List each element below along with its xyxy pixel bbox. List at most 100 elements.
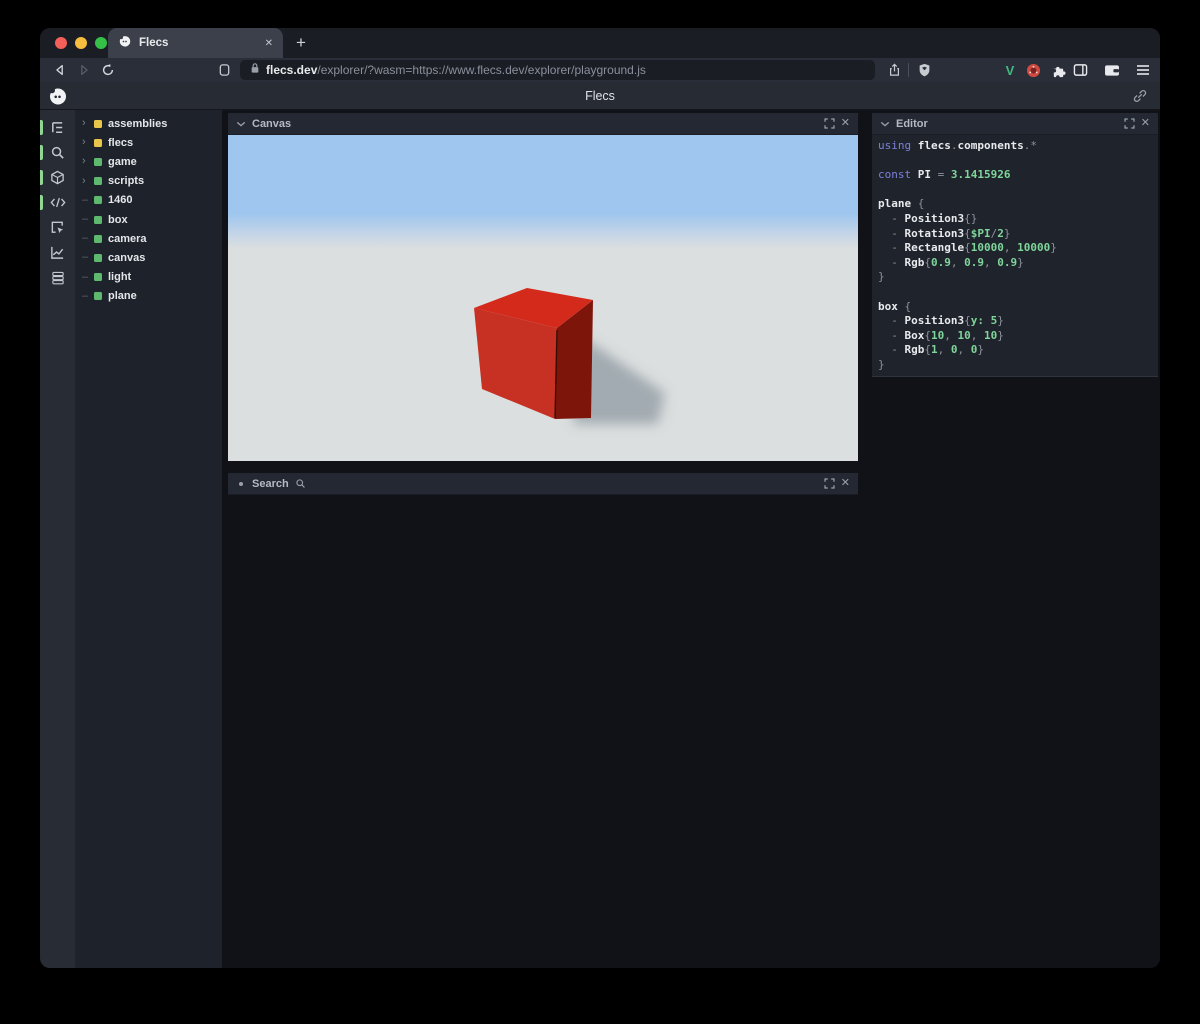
close-icon[interactable]: ✕ <box>1141 118 1150 129</box>
wallet-icon[interactable] <box>1104 62 1120 78</box>
zoom-window-button[interactable] <box>95 37 107 49</box>
vue-devtools-extension-icon[interactable]: V <box>1002 62 1018 78</box>
editor-code: using flecs.components.* const PI = 3.14… <box>878 139 1158 373</box>
code-line: - Rectangle{10000, 10000} <box>878 241 1158 256</box>
fullscreen-icon[interactable] <box>824 478 835 489</box>
entity-color-dot <box>94 196 102 204</box>
entity-color-dot <box>94 235 102 243</box>
panel-title-search: Search <box>252 478 289 490</box>
share-icon[interactable] <box>886 62 902 78</box>
leaf-dash-icon: – <box>82 195 91 206</box>
fullscreen-icon[interactable] <box>1124 118 1135 129</box>
tree-item-label: 1460 <box>108 194 132 206</box>
chevron-down-icon[interactable] <box>880 120 890 128</box>
sidebar-item-outliner[interactable] <box>40 115 75 140</box>
leaf-dash-icon: – <box>82 272 91 283</box>
entity-color-dot <box>94 177 102 185</box>
sidebar-item-stats[interactable] <box>40 240 75 265</box>
panel-title-editor: Editor <box>896 118 1118 130</box>
tree-item-assemblies[interactable]: › assemblies <box>75 114 222 133</box>
entity-color-dot <box>94 254 102 262</box>
tab-close-icon[interactable]: ✕ <box>265 38 273 49</box>
tree-item-label: canvas <box>108 252 145 264</box>
collapsed-bullet-icon[interactable] <box>239 482 243 486</box>
tree-item-label: light <box>108 271 131 283</box>
new-tab-button[interactable]: + <box>290 32 312 54</box>
tree-item-box[interactable]: –box <box>75 210 222 229</box>
close-icon[interactable]: ✕ <box>841 478 850 489</box>
extensions-puzzle-icon[interactable] <box>1050 62 1066 78</box>
expand-arrow-icon[interactable]: › <box>82 118 91 129</box>
red-extension-icon[interactable] <box>1025 62 1041 78</box>
back-icon[interactable] <box>52 62 68 78</box>
code-line: const PI = 3.1415926 <box>878 168 1158 183</box>
tree-item-label: box <box>108 214 128 226</box>
browser-tab[interactable]: Flecs ✕ <box>108 28 283 58</box>
brave-shield-icon[interactable] <box>916 62 932 78</box>
leaf-dash-icon: – <box>82 252 91 263</box>
fullscreen-icon[interactable] <box>824 118 835 129</box>
menu-hamburger-icon[interactable] <box>1135 62 1151 78</box>
expand-arrow-icon[interactable]: › <box>82 137 91 148</box>
tree-item-label: camera <box>108 233 147 245</box>
close-icon[interactable]: ✕ <box>841 118 850 129</box>
canvas-panel-header[interactable]: Canvas ✕ <box>228 113 858 135</box>
code-line <box>878 183 1158 198</box>
close-window-button[interactable] <box>55 37 67 49</box>
code-line: - Position3{y: 5} <box>878 314 1158 329</box>
url-path: /explorer/?wasm=https://www.flecs.dev/ex… <box>317 63 645 77</box>
url-domain: flecs.dev <box>266 63 317 77</box>
tree-item-label: flecs <box>108 137 133 149</box>
editor-body[interactable]: using flecs.components.* const PI = 3.14… <box>872 135 1158 377</box>
expand-arrow-icon[interactable]: › <box>82 156 91 167</box>
code-line: using flecs.components.* <box>878 139 1158 154</box>
sidebar-item-inspect[interactable] <box>40 215 75 240</box>
sidebar-item-commands[interactable] <box>40 265 75 290</box>
address-bar[interactable]: flecs.dev/explorer/?wasm=https://www.fle… <box>240 60 875 80</box>
search-icon <box>295 478 818 489</box>
code-line: - Rgb{0.9, 0.9, 0.9} <box>878 256 1158 271</box>
entity-color-dot <box>94 273 102 281</box>
code-line: - Box{10, 10, 10} <box>878 329 1158 344</box>
reload-icon[interactable] <box>100 62 116 78</box>
expand-arrow-icon[interactable]: › <box>82 176 91 187</box>
tree-item-light[interactable]: – light <box>75 268 222 287</box>
editor-panel-header[interactable]: Editor ✕ <box>872 113 1158 135</box>
sidebar-item-search[interactable] <box>40 140 75 165</box>
code-line: - Position3{} <box>878 212 1158 227</box>
tree-item-game[interactable]: › game <box>75 152 222 171</box>
tab-favicon-flecs-logo-icon <box>118 34 132 53</box>
search-panel-header[interactable]: Search ✕ <box>228 473 858 495</box>
tree-item-1460[interactable]: – 1460 <box>75 191 222 210</box>
tree-item-scripts[interactable]: ›scripts <box>75 172 222 191</box>
canvas-3d-scene[interactable] <box>228 135 858 461</box>
entity-color-dot <box>94 120 102 128</box>
tree-item-camera[interactable]: –camera <box>75 229 222 248</box>
entity-color-dot <box>94 139 102 147</box>
toolbar-separator <box>908 63 909 77</box>
tree-item-canvas[interactable]: – canvas <box>75 248 222 267</box>
tool-sidebar <box>40 110 75 968</box>
forward-icon[interactable] <box>76 62 92 78</box>
app-header: Flecs <box>40 82 1160 110</box>
browser-toolbar: flecs.dev/explorer/?wasm=https://www.fle… <box>40 58 1160 82</box>
code-line: - Rotation3{$PI/2} <box>878 227 1158 242</box>
sidebar-item-code[interactable] <box>40 190 75 215</box>
tree-item-plane[interactable]: –plane <box>75 287 222 306</box>
panel-title-canvas: Canvas <box>252 118 818 130</box>
sidebar-item-entities-cube[interactable] <box>40 165 75 190</box>
share-link-icon[interactable] <box>1132 88 1148 109</box>
minimize-window-button[interactable] <box>75 37 87 49</box>
entity-color-dot <box>94 292 102 300</box>
browser-tab-bar: Flecs ✕ + <box>40 28 1160 58</box>
bookmark-icon[interactable] <box>216 62 232 78</box>
active-indicator <box>40 120 43 135</box>
chevron-down-icon[interactable] <box>236 120 246 128</box>
lock-icon <box>250 61 260 79</box>
sidebar-toggle-icon[interactable] <box>1072 62 1088 78</box>
tree-item-label: game <box>108 156 137 168</box>
tree-item-flecs[interactable]: › flecs <box>75 133 222 152</box>
entity-color-dot <box>94 158 102 166</box>
tree-item-label: assemblies <box>108 118 167 130</box>
code-line: - Rgb{1, 0, 0} <box>878 343 1158 358</box>
